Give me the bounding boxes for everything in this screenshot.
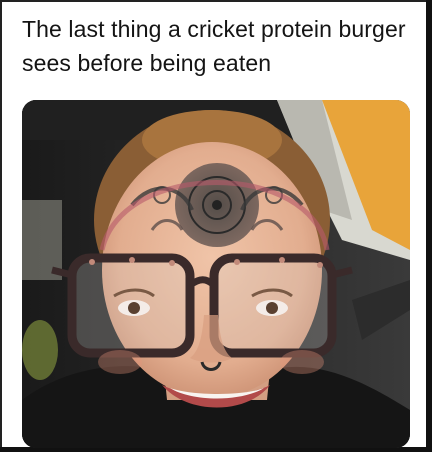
frame-border-left <box>0 0 2 452</box>
left-window-greenery <box>22 320 58 380</box>
meme-caption: The last thing a cricket protein burger … <box>22 16 406 76</box>
right-cheek <box>280 350 324 374</box>
selfie-photo <box>22 100 410 448</box>
meme-frame: The last thing a cricket protein burger … <box>0 0 432 452</box>
frame-border-right <box>426 0 432 452</box>
frame-border-top <box>0 0 432 2</box>
selfie-illustration <box>22 100 410 448</box>
left-cheek <box>98 350 142 374</box>
